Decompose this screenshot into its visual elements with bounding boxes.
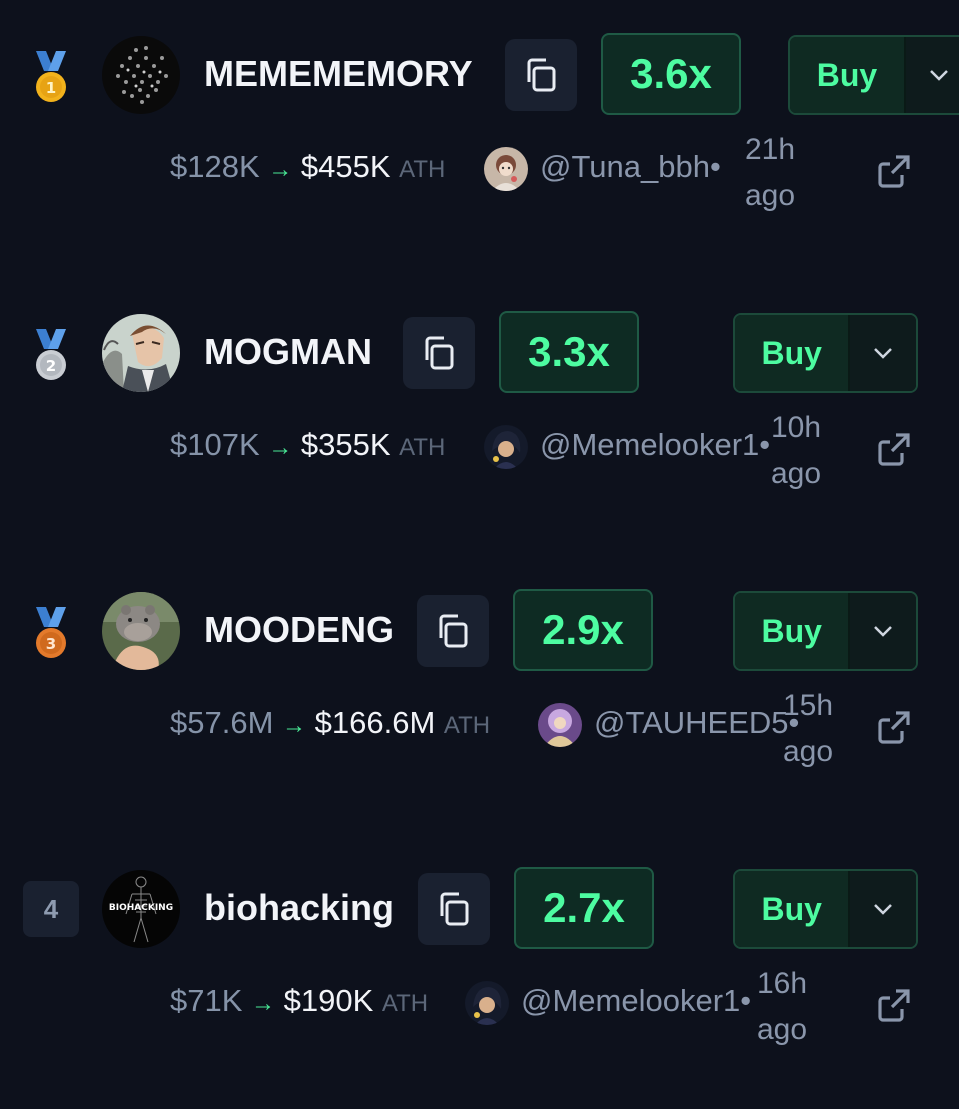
- gold-medal-icon: 1: [30, 51, 72, 105]
- buy-dropdown-button[interactable]: [850, 871, 916, 947]
- mc-from: $107K: [170, 427, 260, 462]
- caller-handle[interactable]: @Memelooker1•: [521, 981, 751, 1021]
- time-ago: 15h ago: [778, 683, 838, 775]
- time-value: 10h: [770, 411, 822, 444]
- market-cap-line: $57.6M → $166.6M ATH: [170, 703, 490, 743]
- caller-avatar[interactable]: [484, 147, 528, 191]
- caller-avatar[interactable]: [465, 981, 509, 1025]
- arrow-icon: →: [282, 712, 307, 739]
- external-link-icon[interactable]: [874, 707, 914, 747]
- time-ago: 16h ago: [752, 961, 812, 1053]
- time-ago: 10h ago: [766, 405, 826, 497]
- ath-label: ATH: [399, 156, 446, 183]
- svg-text:2: 2: [46, 357, 56, 375]
- token-row[interactable]: 1 MEMEMEMORY 3.6x Buy $128K → $455K ATH …: [0, 33, 959, 275]
- separator: •: [740, 983, 752, 1018]
- svg-text:1: 1: [46, 79, 56, 97]
- token-avatar[interactable]: [102, 592, 180, 670]
- buy-button-group[interactable]: Buy: [733, 591, 918, 671]
- copy-icon: [440, 892, 469, 926]
- avatar-label: BIOHACKING: [108, 903, 174, 913]
- silver-medal-icon: 2: [30, 329, 72, 383]
- token-name: MOODENG: [204, 609, 395, 650]
- buy-button-group[interactable]: Buy: [788, 35, 959, 115]
- arrow-icon: →: [268, 434, 293, 461]
- arrow-icon: →: [251, 990, 276, 1017]
- token-name: MOGMAN: [204, 331, 372, 372]
- mc-ath: $190K: [283, 983, 374, 1018]
- mc-ath: $355K: [300, 427, 391, 462]
- time-suffix: ago: [770, 457, 822, 490]
- chevron-down-icon: [930, 70, 948, 81]
- bronze-medal-icon: 3: [30, 607, 72, 661]
- ath-label: ATH: [443, 712, 491, 739]
- copy-icon: [439, 614, 468, 648]
- copy-address-button[interactable]: [418, 873, 490, 945]
- chevron-down-icon: [874, 348, 893, 359]
- copy-icon: [425, 336, 454, 370]
- token-row[interactable]: 4 BIOHACKING biohacking 2.7x Buy $71K →: [0, 867, 959, 1109]
- buy-dropdown-button[interactable]: [850, 593, 916, 669]
- mc-ath: $455K: [300, 149, 391, 184]
- copy-address-button[interactable]: [403, 317, 475, 389]
- chevron-down-icon: [874, 626, 893, 637]
- token-name: biohacking: [204, 887, 395, 928]
- buy-dropdown-button[interactable]: [906, 37, 959, 113]
- ath-label: ATH: [399, 434, 446, 461]
- time-value: 15h: [782, 689, 834, 722]
- token-row[interactable]: 3 MOODENG 2.9x Buy $57.6M → $166.6M ATH …: [0, 589, 959, 831]
- external-link-icon[interactable]: [874, 429, 914, 469]
- buy-button[interactable]: Buy: [790, 37, 906, 113]
- copy-address-button[interactable]: [505, 39, 577, 111]
- token-row[interactable]: 2 MOGMAN 3.3x Buy $107K → $355K ATH @Mem…: [0, 311, 959, 553]
- arrow-icon: →: [268, 156, 293, 183]
- market-cap-line: $107K → $355K ATH: [170, 425, 445, 465]
- time-value: 16h: [756, 967, 808, 1000]
- chevron-down-icon: [874, 904, 893, 915]
- token-avatar[interactable]: [102, 314, 180, 392]
- mc-from: $71K: [170, 983, 243, 1018]
- external-link-icon[interactable]: [874, 151, 914, 191]
- caller-handle[interactable]: @Tuna_bbh•: [540, 147, 721, 187]
- caller-avatar[interactable]: [484, 425, 528, 469]
- caller-name[interactable]: @Tuna_bbh: [540, 149, 710, 184]
- multiplier-badge: 2.7x: [514, 867, 654, 949]
- multiplier-badge: 3.3x: [499, 311, 639, 393]
- time-suffix: ago: [756, 1013, 808, 1046]
- time-suffix: ago: [782, 735, 834, 768]
- rank-badge: 4: [23, 881, 79, 937]
- time-value: 21h: [744, 133, 796, 166]
- svg-text:3: 3: [46, 635, 56, 653]
- copy-address-button[interactable]: [417, 595, 489, 667]
- caller-name[interactable]: @Memelooker1: [521, 983, 740, 1018]
- token-avatar[interactable]: [102, 36, 180, 114]
- buy-button[interactable]: Buy: [735, 315, 851, 391]
- time-suffix: ago: [744, 179, 796, 212]
- buy-button[interactable]: Buy: [735, 871, 851, 947]
- caller-handle[interactable]: @TAUHEED5•: [594, 703, 799, 743]
- ath-label: ATH: [381, 990, 429, 1017]
- mc-ath: $166.6M: [314, 705, 436, 740]
- caller-avatar[interactable]: [538, 703, 582, 747]
- market-cap-line: $128K → $455K ATH: [170, 147, 445, 187]
- caller-handle[interactable]: @Memelooker1•: [540, 425, 770, 465]
- separator: •: [709, 149, 721, 184]
- mc-from: $128K: [170, 149, 260, 184]
- multiplier-badge: 3.6x: [601, 33, 741, 115]
- buy-dropdown-button[interactable]: [850, 315, 916, 391]
- token-avatar[interactable]: BIOHACKING: [102, 870, 180, 948]
- caller-name[interactable]: @Memelooker1: [540, 427, 759, 462]
- mc-from: $57.6M: [170, 705, 274, 740]
- copy-icon: [527, 58, 556, 92]
- time-ago: 21h ago: [740, 127, 800, 219]
- buy-button-group[interactable]: Buy: [733, 869, 918, 949]
- token-name: MEMEMEMORY: [204, 53, 473, 94]
- multiplier-badge: 2.9x: [513, 589, 653, 671]
- market-cap-line: $71K → $190K ATH: [170, 981, 428, 1021]
- buy-button[interactable]: Buy: [735, 593, 851, 669]
- buy-button-group[interactable]: Buy: [733, 313, 918, 393]
- external-link-icon[interactable]: [874, 985, 914, 1025]
- caller-name[interactable]: @TAUHEED5: [594, 705, 789, 740]
